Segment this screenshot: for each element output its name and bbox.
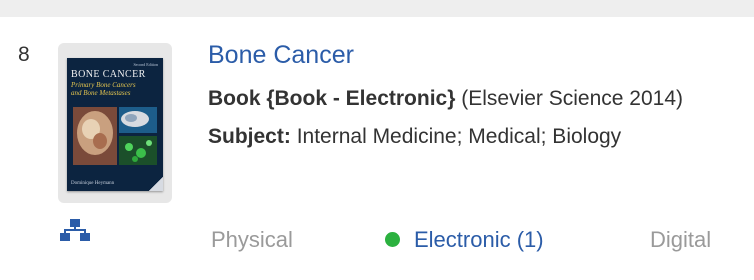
subject-label: Subject:	[208, 125, 291, 148]
cover-thumbnail[interactable]: Second Edition Bone Cancer Primary Bone …	[58, 43, 172, 203]
cover-subtitle-line-1: Primary Bone Cancers	[71, 81, 136, 89]
cover-artwork	[67, 103, 163, 175]
available-status-dot	[385, 232, 400, 247]
cover-edition: Second Edition	[133, 62, 158, 67]
publisher-info: (Elsevier Science 2014)	[461, 87, 684, 110]
availability-digital: Digital	[650, 227, 712, 252]
cover-subtitle-line-2: and Bone Metastases	[71, 89, 131, 97]
availability-electronic-label: Electronic (1)	[414, 227, 544, 252]
cover-title: Bone Cancer	[71, 69, 146, 80]
cover-author: Dominique Heymann	[71, 181, 115, 186]
availability-electronic-link[interactable]: Electronic (1)	[385, 227, 544, 253]
availability-physical: Physical	[211, 227, 293, 252]
format-label: Book {Book - Electronic}	[208, 87, 456, 110]
result-title-link[interactable]: Bone Cancer	[208, 41, 354, 70]
result-number: 8	[18, 43, 30, 66]
cover-subtitle: Primary Bone Cancers and Bone Metastases	[71, 81, 159, 97]
format-line: Book {Book - Electronic} (Elsevier Scien…	[208, 87, 683, 111]
book-cover-image: Second Edition Bone Cancer Primary Bone …	[67, 58, 163, 191]
subject-value: Internal Medicine; Medical; Biology	[296, 125, 622, 148]
search-result-item: 8 Second Edition Bone Cancer Primary Bon…	[0, 17, 754, 280]
subject-line: Subject: Internal Medicine; Medical; Bio…	[208, 125, 621, 149]
hierarchy-icon[interactable]	[60, 219, 90, 241]
top-separator-band	[0, 0, 754, 17]
page-curl	[149, 177, 163, 191]
